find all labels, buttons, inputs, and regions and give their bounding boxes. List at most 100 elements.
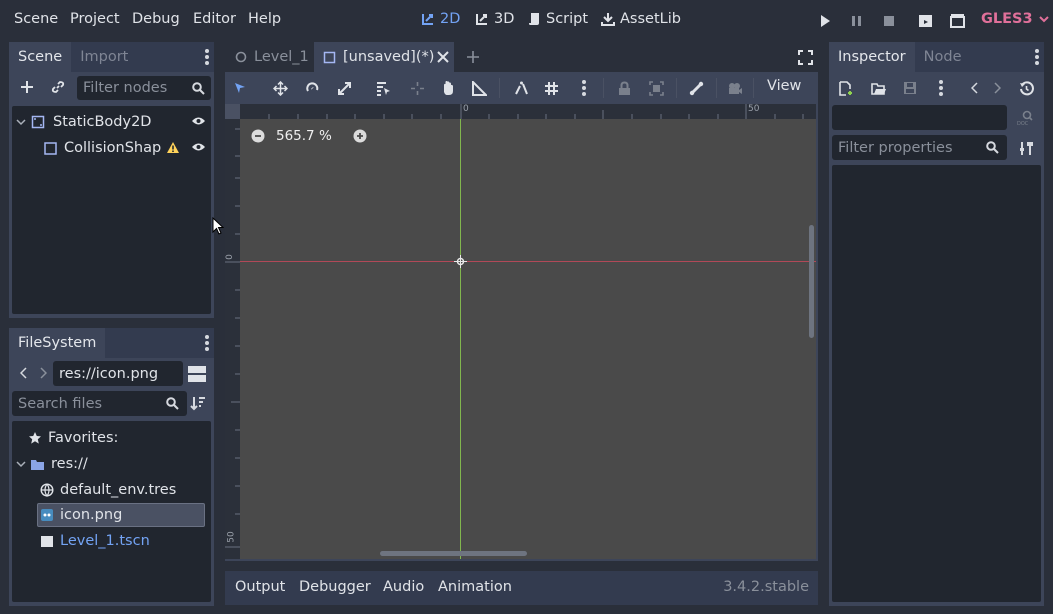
file-default-env[interactable]: default_env.tres	[40, 479, 176, 501]
fullscreen-icon[interactable]	[796, 48, 814, 66]
pause-icon[interactable]	[850, 13, 864, 29]
snap-options-dots-icon[interactable]	[577, 78, 591, 98]
skeleton-bone-icon[interactable]	[686, 78, 706, 98]
path-field[interactable]: res://icon.png	[53, 361, 183, 386]
star-icon	[29, 432, 41, 444]
tab-import[interactable]: Import	[71, 42, 137, 72]
history-back-icon[interactable]	[968, 80, 980, 96]
scene-file-icon	[41, 535, 53, 547]
favorites-item[interactable]: Favorites:	[28, 427, 118, 449]
sort-icon[interactable]	[189, 394, 207, 412]
list-select-icon[interactable]	[373, 78, 393, 98]
node-origin-icon	[454, 255, 467, 268]
history-icon[interactable]	[1017, 79, 1035, 97]
link-icon[interactable]	[50, 79, 66, 95]
horizontal-scrollbar[interactable]	[380, 551, 527, 556]
filesystem-tabs: FileSystem	[9, 328, 214, 358]
folder-res[interactable]: res://	[16, 453, 88, 475]
file-level-1[interactable]: Level_1.tscn	[40, 530, 150, 552]
tab-scene[interactable]: Scene	[9, 42, 72, 72]
resource-menu-dots-icon[interactable]	[936, 79, 946, 97]
tools-icon[interactable]	[1017, 139, 1035, 157]
tab-level-1[interactable]: Level_1	[225, 42, 313, 72]
open-folder-icon[interactable]	[869, 79, 887, 97]
smart-snap-icon[interactable]	[511, 78, 531, 98]
menu-scene[interactable]: Scene	[14, 11, 58, 27]
add-tab-icon[interactable]	[465, 49, 481, 65]
search-files-field[interactable]: Search files	[12, 391, 187, 416]
view-menu-button[interactable]: View	[767, 78, 801, 94]
filter-nodes-field[interactable]: Filter nodes	[77, 76, 211, 100]
svg-text:DOC: DOC	[1017, 121, 1029, 126]
file-label: icon.png	[60, 507, 123, 523]
stop-icon[interactable]	[882, 13, 896, 29]
workspace-script-button[interactable]: Script	[528, 11, 588, 27]
tab-inspector[interactable]: Inspector	[829, 42, 915, 72]
forward-arrow-icon[interactable]	[37, 366, 49, 380]
close-icon[interactable]	[436, 50, 450, 64]
workspace-script-label: Script	[546, 11, 589, 27]
scale-tool-icon[interactable]	[334, 78, 354, 98]
menu-debug[interactable]: Debug	[132, 11, 180, 27]
menu-editor[interactable]: Editor	[193, 11, 236, 27]
menu-dots-icon[interactable]	[1032, 48, 1042, 66]
filter-properties-field[interactable]: Filter properties	[832, 135, 1007, 160]
ruler-tool-icon[interactable]	[469, 78, 489, 98]
search-icon	[166, 397, 179, 410]
rotate-tool-icon[interactable]	[302, 78, 322, 98]
pivot-tool-icon[interactable]	[407, 78, 427, 98]
menu-dots-icon[interactable]	[202, 48, 212, 66]
object-doc-icon[interactable]: DOC	[1015, 109, 1035, 127]
tab-output[interactable]: Output	[235, 579, 285, 595]
select-tool-icon[interactable]	[230, 78, 250, 98]
play-icon[interactable]	[818, 13, 832, 29]
lock-icon[interactable]	[614, 78, 634, 98]
tree-node-collisionshape[interactable]: CollisionShap	[44, 137, 161, 159]
globe-icon	[40, 483, 54, 497]
tab-animation[interactable]: Animation	[438, 579, 512, 595]
zoom-level[interactable]: 565.7 %	[276, 128, 332, 144]
vertical-scrollbar[interactable]	[809, 225, 814, 338]
add-node-icon[interactable]	[19, 79, 35, 95]
static-body-icon	[31, 115, 45, 129]
visibility-eye-icon[interactable]	[190, 114, 206, 128]
tab-node[interactable]: Node	[915, 42, 971, 72]
visibility-eye-icon[interactable]	[190, 140, 206, 154]
ruler-label-v50: 50	[226, 531, 237, 543]
zoom-out-icon[interactable]	[250, 128, 266, 144]
play-scene-icon[interactable]	[917, 13, 933, 29]
script-icon	[529, 13, 539, 25]
tab-debugger[interactable]: Debugger	[299, 579, 371, 595]
back-arrow-icon[interactable]	[17, 366, 29, 380]
scene-dock-tabs: Scene Import	[9, 42, 214, 72]
workspace-3d-button[interactable]: 3D	[475, 11, 514, 27]
workspace-2d-button[interactable]: 2D	[421, 11, 460, 27]
save-icon[interactable]	[901, 79, 919, 97]
history-forward-icon[interactable]	[991, 80, 1003, 96]
tab-filesystem[interactable]: FileSystem	[9, 328, 106, 358]
viewport-canvas[interactable]: 565.7 %	[240, 119, 816, 559]
zoom-in-icon[interactable]	[352, 128, 368, 144]
play-custom-scene-icon[interactable]	[949, 13, 965, 29]
camera-override-icon[interactable]	[725, 78, 745, 98]
split-mode-icon[interactable]	[187, 365, 207, 383]
menu-project[interactable]: Project	[70, 11, 120, 27]
group-icon[interactable]	[646, 78, 666, 98]
pan-tool-icon[interactable]	[438, 78, 458, 98]
tab-audio[interactable]: Audio	[383, 579, 424, 595]
chevron-down-icon	[16, 119, 26, 126]
move-tool-icon[interactable]	[270, 78, 290, 98]
menu-dots-icon[interactable]	[202, 334, 212, 352]
workspace-2d-label: 2D	[440, 11, 461, 27]
grid-snap-icon[interactable]	[541, 78, 561, 98]
workspace-assetlib-button[interactable]: AssetLib	[601, 11, 681, 27]
warning-icon[interactable]	[165, 139, 181, 155]
tree-node-staticbody2d[interactable]: StaticBody2D	[16, 111, 151, 133]
renderer-label: GLES3	[981, 11, 1033, 27]
tab-unsaved[interactable]: [unsaved](*)	[314, 42, 454, 72]
renderer-selector[interactable]: GLES3	[981, 11, 1049, 27]
menu-help[interactable]: Help	[248, 11, 281, 27]
new-resource-icon[interactable]	[837, 79, 855, 97]
file-icon-png[interactable]: icon.png	[40, 504, 122, 526]
object-path-field[interactable]	[832, 105, 1007, 130]
